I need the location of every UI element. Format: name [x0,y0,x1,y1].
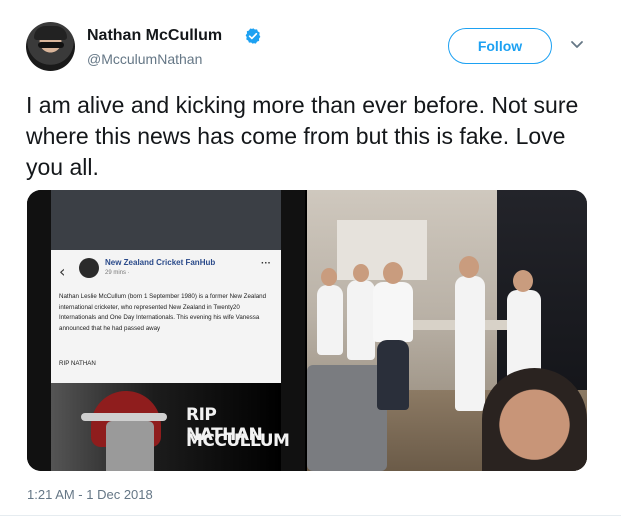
tweet-card: Nathan McCullum @McculumNathan Follow I … [0,0,621,516]
person-head [459,256,479,278]
tweet-media[interactable]: ‹ New Zealand Cricket FanHub 29 mins · ·… [27,190,587,471]
face-shape [106,421,154,471]
tweet-text: I am alive and kicking more than ever be… [26,92,579,180]
back-arrow-icon: ‹ [59,262,66,281]
person-head [321,268,337,286]
author-handle[interactable]: @McculumNathan [87,51,202,67]
person-head [353,264,369,282]
chevron-down-icon[interactable] [569,39,585,51]
fanhub-logo [79,258,99,278]
verified-badge-icon [245,28,261,44]
visor-shape [81,413,167,421]
avatar-glasses [38,42,64,48]
post-body: Nathan Leslie McCullum (born 1 September… [59,293,267,332]
phone-header [51,190,281,250]
tweet-timestamp[interactable]: 1:21 AM - 1 Dec 2018 [27,487,153,502]
post-rip: RIP NATHAN [59,360,96,367]
person-head [383,262,403,284]
author-name[interactable]: Nathan McCullum [87,27,222,45]
avatar-cap [34,26,67,40]
media-photo-screenshot[interactable]: ‹ New Zealand Cricket FanHub 29 mins · ·… [27,190,305,471]
media-photo-party[interactable] [307,190,587,471]
post-time: 29 mins · [105,270,130,276]
person-legs [377,340,409,410]
rip-poster: RIP NATHAN MCCULLUM [51,383,290,471]
person-shape [507,290,541,380]
poster-line-2: MCCULLUM [186,431,290,451]
person-shape [373,282,413,342]
follow-button[interactable]: Follow [448,28,552,64]
sofa-shape [307,365,387,471]
cabinet-shape [337,220,427,280]
person-shape [347,280,375,360]
person-shape [455,276,485,411]
person-shape [317,285,343,355]
facebook-post-card: ‹ New Zealand Cricket FanHub 29 mins · ·… [51,250,281,383]
more-options-icon: ··· [261,258,271,269]
avatar[interactable] [26,22,75,71]
post-page-name: New Zealand Cricket FanHub [105,258,216,267]
person-head [513,270,533,292]
selfie-face [482,368,587,471]
